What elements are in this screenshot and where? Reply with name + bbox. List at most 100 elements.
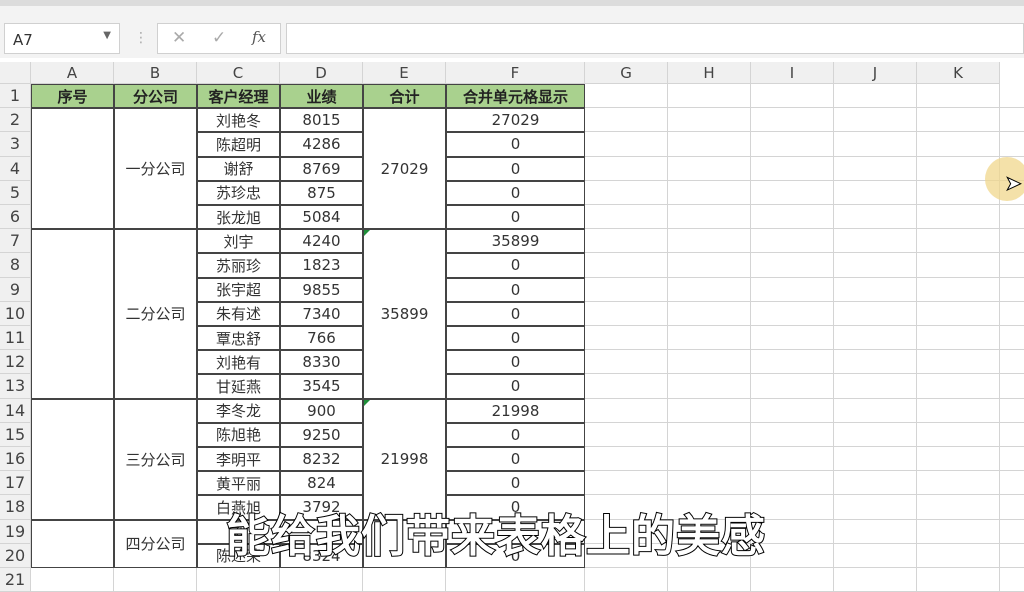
cell[interactable] xyxy=(1000,423,1024,447)
cell[interactable] xyxy=(668,568,751,592)
display-cell[interactable]: 0 xyxy=(446,374,585,399)
row-header-20[interactable]: 20 xyxy=(0,543,31,568)
cell[interactable] xyxy=(751,374,834,399)
cell[interactable] xyxy=(585,301,668,326)
display-cell[interactable]: 0 xyxy=(446,132,585,157)
row-header-11[interactable]: 11 xyxy=(0,326,31,351)
branch-cell[interactable]: 一分公司 xyxy=(114,108,197,230)
value-cell[interactable]: 8015 xyxy=(280,108,363,133)
merged-seq-cell[interactable] xyxy=(31,398,114,520)
column-header-H[interactable]: H xyxy=(668,62,751,84)
cell[interactable] xyxy=(1000,278,1024,302)
cell[interactable] xyxy=(917,132,1000,157)
cell[interactable] xyxy=(917,205,1000,230)
header-cell[interactable]: 客户经理 xyxy=(197,84,280,109)
column-header-G[interactable]: G xyxy=(585,62,668,84)
manager-cell[interactable]: 谢舒 xyxy=(197,156,280,181)
manager-cell[interactable]: 李冬龙 xyxy=(197,398,280,423)
cell[interactable] xyxy=(1000,544,1024,568)
cell[interactable] xyxy=(917,519,1000,544)
cell[interactable] xyxy=(585,180,668,205)
cell[interactable] xyxy=(1000,495,1024,520)
cell[interactable] xyxy=(917,108,1000,133)
row-header-17[interactable]: 17 xyxy=(0,471,31,496)
cell[interactable] xyxy=(751,229,834,254)
display-cell[interactable]: 0 xyxy=(446,350,585,375)
display-cell[interactable]: 0 xyxy=(446,471,585,496)
cell[interactable] xyxy=(1000,302,1024,326)
cell[interactable] xyxy=(751,422,834,447)
manager-cell[interactable]: 陈旭艳 xyxy=(197,422,280,447)
value-cell[interactable]: 9250 xyxy=(280,422,363,447)
cell[interactable] xyxy=(834,277,917,302)
cell[interactable] xyxy=(834,205,917,230)
header-cell[interactable]: 序号 xyxy=(31,84,114,109)
row-header-16[interactable]: 16 xyxy=(0,447,31,472)
manager-cell[interactable]: 李明平 xyxy=(197,447,280,472)
cell[interactable] xyxy=(1000,568,1024,592)
cell[interactable] xyxy=(834,495,917,520)
cell[interactable] xyxy=(585,398,668,423)
cell[interactable] xyxy=(668,301,751,326)
cell[interactable] xyxy=(834,301,917,326)
value-cell[interactable]: 824 xyxy=(280,471,363,496)
value-cell[interactable]: 8232 xyxy=(280,447,363,472)
manager-cell[interactable]: 刘艳有 xyxy=(197,350,280,375)
cell[interactable] xyxy=(668,471,751,496)
cell[interactable] xyxy=(1000,350,1024,375)
cell[interactable] xyxy=(197,568,280,592)
cell[interactable] xyxy=(751,108,834,133)
row-header-9[interactable]: 9 xyxy=(0,277,31,302)
row-header-14[interactable]: 14 xyxy=(0,398,31,423)
manager-cell[interactable]: 刘宇 xyxy=(197,229,280,254)
cell[interactable] xyxy=(834,568,917,592)
cell[interactable] xyxy=(1000,447,1024,472)
column-header-F[interactable]: F xyxy=(446,62,585,84)
cell[interactable] xyxy=(834,229,917,254)
cell[interactable] xyxy=(446,568,585,592)
value-cell[interactable]: 7340 xyxy=(280,301,363,326)
value-cell[interactable]: 5084 xyxy=(280,205,363,230)
cell[interactable] xyxy=(1000,132,1024,157)
merged-seq-cell[interactable] xyxy=(31,229,114,399)
manager-cell[interactable]: 覃忠舒 xyxy=(197,326,280,351)
cell[interactable] xyxy=(917,495,1000,520)
cell[interactable] xyxy=(668,180,751,205)
cell[interactable] xyxy=(751,253,834,278)
cell[interactable] xyxy=(668,229,751,254)
display-cell[interactable]: 35899 xyxy=(446,229,585,254)
branch-cell[interactable]: 二分公司 xyxy=(114,229,197,399)
total-cell[interactable]: 27029 xyxy=(363,108,446,230)
column-header-K[interactable]: K xyxy=(917,62,1000,84)
row-header-12[interactable]: 12 xyxy=(0,350,31,375)
cell[interactable] xyxy=(1000,229,1024,254)
cell[interactable] xyxy=(917,543,1000,568)
cell[interactable] xyxy=(834,108,917,133)
cell[interactable] xyxy=(585,84,668,109)
cell[interactable] xyxy=(585,447,668,472)
cell[interactable] xyxy=(1000,108,1024,133)
cell[interactable] xyxy=(834,471,917,496)
cell[interactable] xyxy=(834,253,917,278)
display-cell[interactable]: 0 xyxy=(446,156,585,181)
branch-cell[interactable]: 四分公司 xyxy=(114,519,197,568)
row-header-1[interactable]: 1 xyxy=(0,84,31,109)
row-header-5[interactable]: 5 xyxy=(0,180,31,205)
row-header-21[interactable]: 21 xyxy=(0,568,31,592)
cell[interactable] xyxy=(917,326,1000,351)
row-header-10[interactable]: 10 xyxy=(0,301,31,326)
value-cell[interactable]: 4286 xyxy=(280,132,363,157)
column-header-D[interactable]: D xyxy=(280,62,363,84)
merged-seq-cell[interactable] xyxy=(31,108,114,230)
header-cell[interactable]: 合计 xyxy=(363,84,446,109)
value-cell[interactable]: 900 xyxy=(280,398,363,423)
value-cell[interactable]: 766 xyxy=(280,326,363,351)
cell[interactable] xyxy=(917,253,1000,278)
cell[interactable] xyxy=(585,350,668,375)
cell[interactable] xyxy=(834,519,917,544)
cell[interactable] xyxy=(834,350,917,375)
cell[interactable] xyxy=(1000,399,1024,423)
cell[interactable] xyxy=(668,108,751,133)
cell[interactable] xyxy=(585,205,668,230)
cell[interactable] xyxy=(751,156,834,181)
